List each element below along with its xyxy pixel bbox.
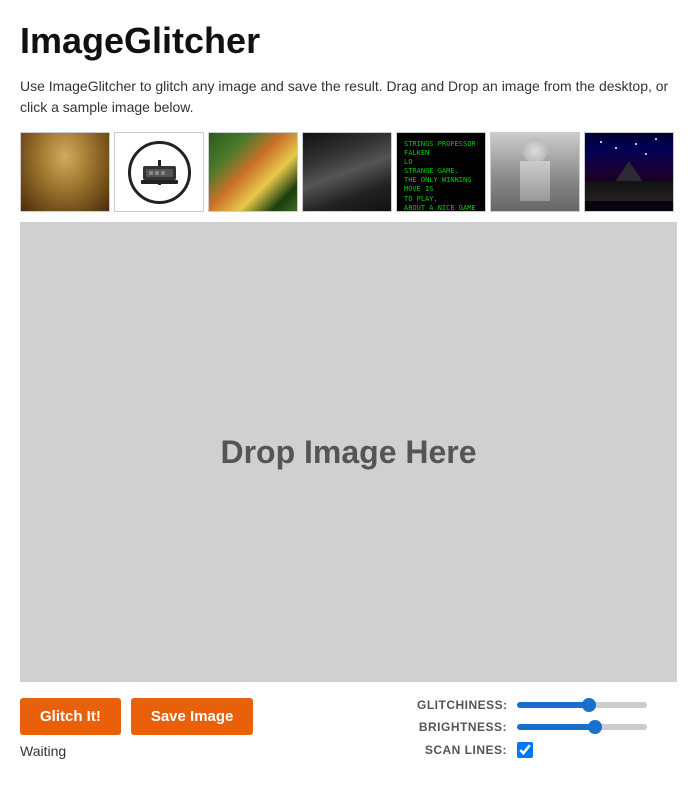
app-description: Use ImageGlitcher to glitch any image an… [20,76,677,118]
glitchiness-fill [517,702,589,708]
brightness-track[interactable] [517,724,647,730]
glitchiness-track[interactable] [517,702,647,708]
scan-lines-row: SCAN LINES: [417,742,677,758]
glitch-button[interactable]: Glitch It! [20,698,121,735]
sample-thumb-5[interactable]: STRINGS PROFESSOR FALKENLOSTRANGE GAME.T… [396,132,486,212]
sample-thumb-3[interactable] [208,132,298,212]
brightness-row: BRIGHTNESS: [417,720,677,734]
sample-images-row: STRINGS PROFESSOR FALKENLOSTRANGE GAME.T… [20,132,677,212]
sample-thumb-4[interactable] [302,132,392,212]
sample-thumb-7[interactable] [584,132,674,212]
sample-thumb-6[interactable] [490,132,580,212]
brightness-thumb[interactable] [588,720,602,734]
typewriter-icon [127,140,192,205]
sample-thumb-2[interactable] [114,132,204,212]
brightness-label: BRIGHTNESS: [417,720,507,734]
save-button[interactable]: Save Image [131,698,254,735]
left-controls: Glitch It! Save Image Waiting [20,698,253,759]
sliders-panel: GLITCHINESS: BRIGHTNESS: SCAN LINES: [417,698,677,758]
scan-lines-label: SCAN LINES: [417,743,507,757]
scan-lines-checkbox[interactable] [517,742,533,758]
drop-zone-text: Drop Image Here [220,434,476,471]
action-buttons: Glitch It! Save Image [20,698,253,735]
glitchiness-label: GLITCHINESS: [417,698,507,712]
drop-zone[interactable]: Drop Image Here [20,222,677,682]
glitchiness-thumb[interactable] [582,698,596,712]
app-title: ImageGlitcher [20,20,677,62]
status-text: Waiting [20,743,253,759]
glitchiness-row: GLITCHINESS: [417,698,677,712]
wargames-text: STRINGS PROFESSOR FALKENLOSTRANGE GAME.T… [400,136,482,212]
controls-row: Glitch It! Save Image Waiting GLITCHINES… [20,698,677,759]
sample-thumb-1[interactable] [20,132,110,212]
brightness-fill [517,724,595,730]
